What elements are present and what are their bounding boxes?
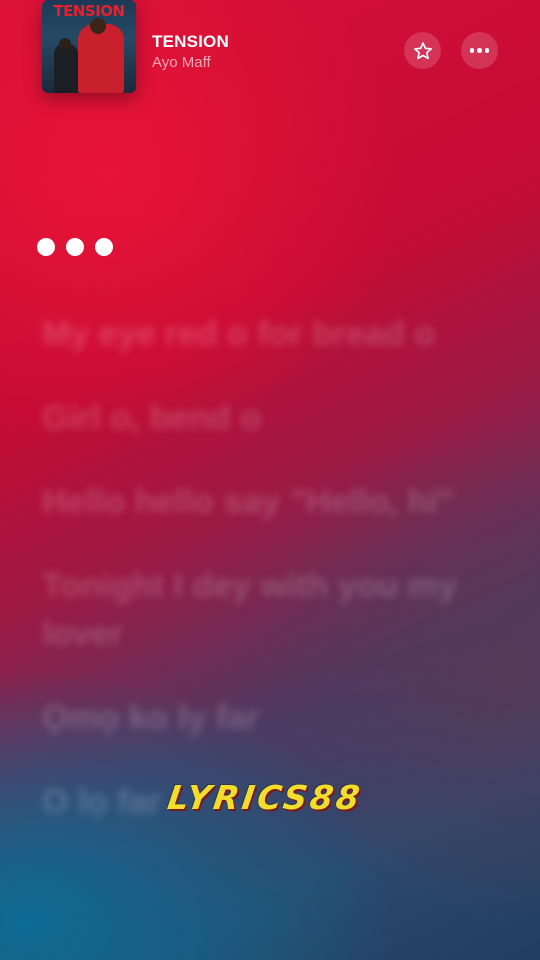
album-art-figure-right (78, 24, 124, 93)
interlude-dot (37, 238, 55, 256)
interlude-dot (66, 238, 84, 256)
lyric-line[interactable]: Hello hello say "Hello, hi" (42, 478, 492, 526)
album-art[interactable]: TENSION (42, 0, 136, 93)
lyric-line[interactable]: Girl o, bend o (42, 394, 492, 442)
now-playing-header: TENSION TENSION Ayo Maff (0, 0, 540, 110)
album-art-title: TENSION (53, 2, 125, 20)
watermark-logo: LYRICS88 (165, 778, 365, 817)
song-artist[interactable]: Ayo Maff (152, 54, 211, 71)
album-art-figure-right-head (90, 18, 106, 34)
more-options-button[interactable] (461, 32, 498, 69)
lyrics-interlude-indicator (37, 238, 113, 256)
star-icon (413, 41, 432, 59)
interlude-dot (95, 238, 113, 256)
lyric-line[interactable]: Tonight I dey with you my lover (42, 562, 492, 658)
lyric-line[interactable]: Ọmọ ko ly far (42, 694, 492, 742)
album-art-figure-left-head (59, 38, 71, 50)
favorite-button[interactable] (404, 32, 441, 69)
song-title: TENSION (152, 32, 229, 51)
more-horizontal-icon (469, 48, 490, 53)
lyric-line[interactable]: My eye red o for bread o (42, 310, 492, 358)
album-art-figure-left (54, 44, 78, 93)
